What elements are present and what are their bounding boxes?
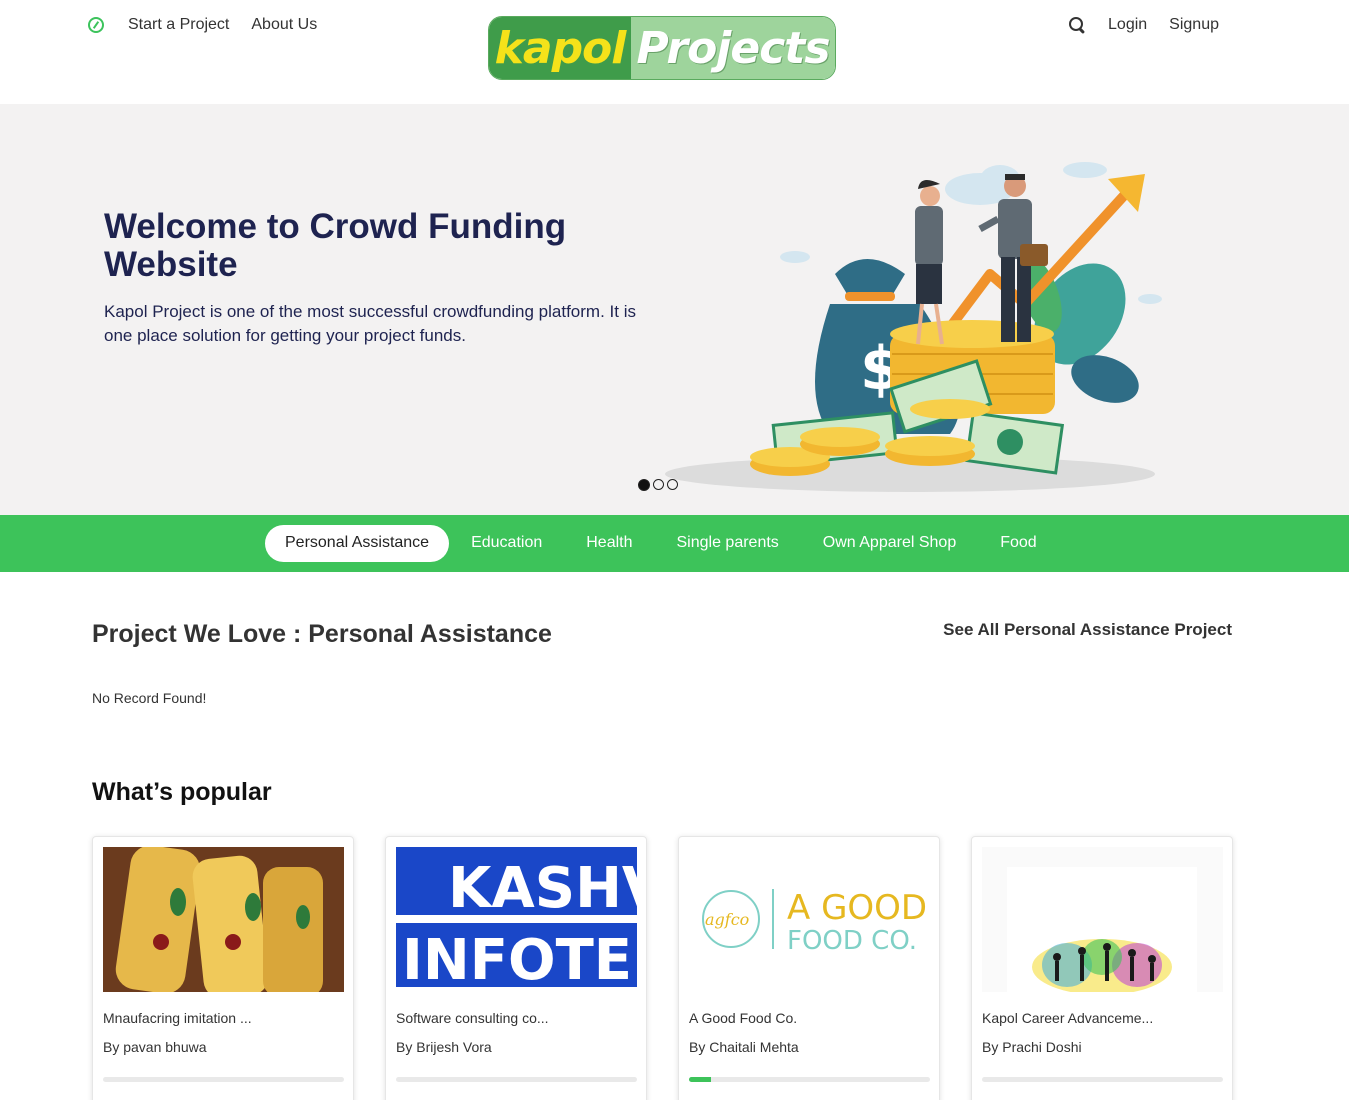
see-all-link[interactable]: See All Personal Assistance Project (943, 620, 1232, 640)
tab-education[interactable]: Education (449, 525, 564, 562)
project-author: By Prachi Doshi (982, 1039, 1082, 1055)
nav-left: Start a Project About Us (88, 16, 317, 34)
project-card[interactable]: agfco A GOOD FOOD CO. A Good Food Co. By… (678, 836, 940, 1100)
good-food-logo-image: agfco A GOOD FOOD CO. (702, 888, 927, 956)
infotech-text: INFOTE (402, 928, 632, 992)
compass-icon (88, 17, 104, 33)
funding-progress-bar (396, 1077, 637, 1082)
project-title[interactable]: Software consulting co... (396, 1010, 636, 1026)
slider-dot-1[interactable] (638, 479, 650, 491)
category-tabs: Personal Assistance Education Health Sin… (265, 525, 1059, 562)
tab-single-parents[interactable]: Single parents (655, 525, 801, 562)
funding-progress-bar (103, 1077, 344, 1082)
project-author: By pavan bhuwa (103, 1039, 207, 1055)
section-title: Project We Love : Personal Assistance (92, 620, 552, 648)
hero-slider: Welcome to Crowd Funding Website Kapol P… (0, 104, 1349, 515)
login-link[interactable]: Login (1108, 16, 1147, 34)
funding-progress-bar (689, 1077, 930, 1082)
project-image[interactable]: agfco A GOOD FOOD CO. (689, 847, 930, 992)
project-image[interactable] (103, 847, 344, 992)
tab-personal-assistance[interactable]: Personal Assistance (265, 525, 450, 562)
signup-link[interactable]: Signup (1169, 16, 1219, 34)
hero-title: Welcome to Crowd Funding Website (104, 207, 567, 284)
project-title[interactable]: Mnaufacring imitation ... (103, 1010, 343, 1026)
tab-food[interactable]: Food (978, 525, 1058, 562)
a-good-text: A GOOD (787, 888, 927, 928)
project-card[interactable]: Mnaufacring imitation ... By pavan bhuwa (92, 836, 354, 1100)
popular-cards: Mnaufacring imitation ... By pavan bhuwa… (92, 836, 1233, 1100)
site-logo[interactable]: kapol Projects (488, 16, 836, 80)
bangle-image (103, 847, 344, 992)
about-us-link[interactable]: About Us (251, 16, 317, 34)
kashvi-logo-image: KASHV INFOTE (396, 847, 637, 992)
category-bar: Personal Assistance Education Health Sin… (0, 515, 1349, 572)
project-card[interactable]: KASHV INFOTE Software consulting co... B… (385, 836, 647, 1100)
project-title[interactable]: Kapol Career Advanceme... (982, 1010, 1222, 1026)
career-celebration-image (982, 847, 1223, 992)
agfco-text: agfco (705, 910, 749, 929)
crowdfunding-illustration: $ (665, 162, 1162, 492)
progress-fill (689, 1077, 711, 1082)
project-image[interactable] (982, 847, 1223, 992)
start-project-link[interactable]: Start a Project (128, 16, 229, 34)
empty-state-text: No Record Found! (92, 690, 207, 706)
kashvi-text: KASHV (448, 856, 637, 921)
project-title[interactable]: A Good Food Co. (689, 1010, 929, 1026)
search-icon[interactable] (1068, 16, 1086, 34)
project-author: By Chaitali Mehta (689, 1039, 799, 1055)
logo-text-projects: Projects (631, 17, 835, 79)
project-image[interactable]: KASHV INFOTE (396, 847, 637, 992)
slider-dot-2[interactable] (653, 479, 664, 490)
project-card[interactable]: Kapol Career Advanceme... By Prachi Dosh… (971, 836, 1233, 1100)
tab-health[interactable]: Health (564, 525, 654, 562)
project-author: By Brijesh Vora (396, 1039, 492, 1055)
tab-own-apparel-shop[interactable]: Own Apparel Shop (801, 525, 978, 562)
hero-description: Kapol Project is one of the most success… (104, 302, 636, 345)
slider-dots (638, 479, 678, 491)
funding-progress-bar (982, 1077, 1223, 1082)
popular-title: What’s popular (92, 778, 272, 806)
site-header: Start a Project About Us kapol Projects … (0, 0, 1349, 104)
nav-right: Login Signup (1068, 16, 1219, 34)
slider-dot-3[interactable] (667, 479, 678, 490)
food-co-text: FOOD CO. (787, 926, 917, 956)
logo-text-kapol: kapol (489, 17, 631, 79)
